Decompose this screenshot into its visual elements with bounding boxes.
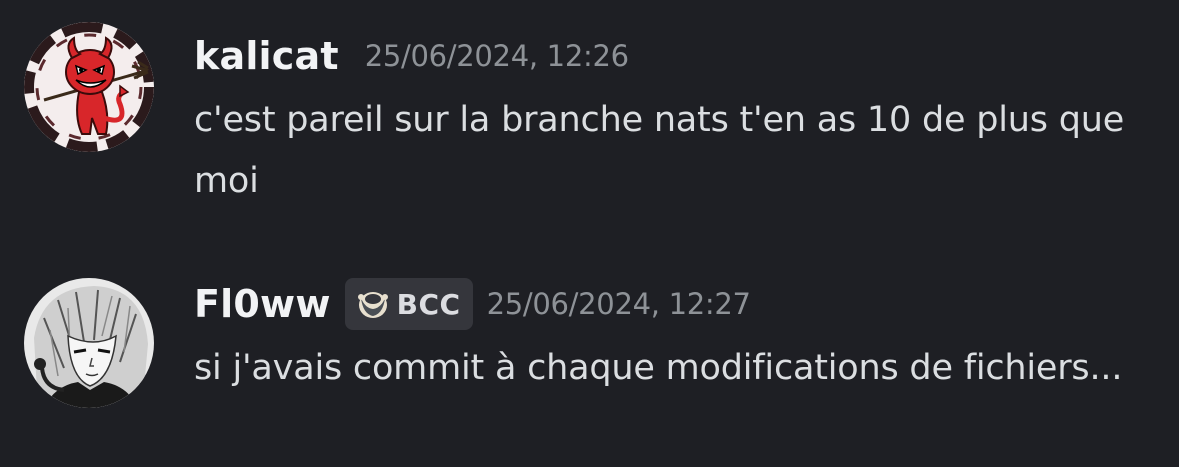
guild-tag-icon <box>357 292 388 318</box>
timestamp: 25/06/2024, 12:27 <box>486 287 751 321</box>
chat-messages: kalicat 25/06/2024, 12:26 c'est pareil s… <box>0 0 1179 467</box>
anime-character-avatar-icon[interactable] <box>24 278 154 408</box>
message-header: Fl0ww BCC 25/06/2024, 12:27 <box>194 274 751 334</box>
guild-tag-label: BCC <box>396 287 461 321</box>
username[interactable]: kalicat <box>194 34 339 78</box>
timestamp: 25/06/2024, 12:26 <box>364 39 629 73</box>
message-content: c'est pareil sur la branche nats t'en as… <box>194 100 1125 201</box>
guild-tag-badge[interactable]: BCC <box>344 278 473 330</box>
message-content: si j'avais commit à chaque modifications… <box>194 348 1123 388</box>
devil-avatar-icon[interactable] <box>24 22 154 152</box>
username[interactable]: Fl0ww <box>194 282 331 326</box>
message-header: kalicat 25/06/2024, 12:26 <box>194 26 629 86</box>
